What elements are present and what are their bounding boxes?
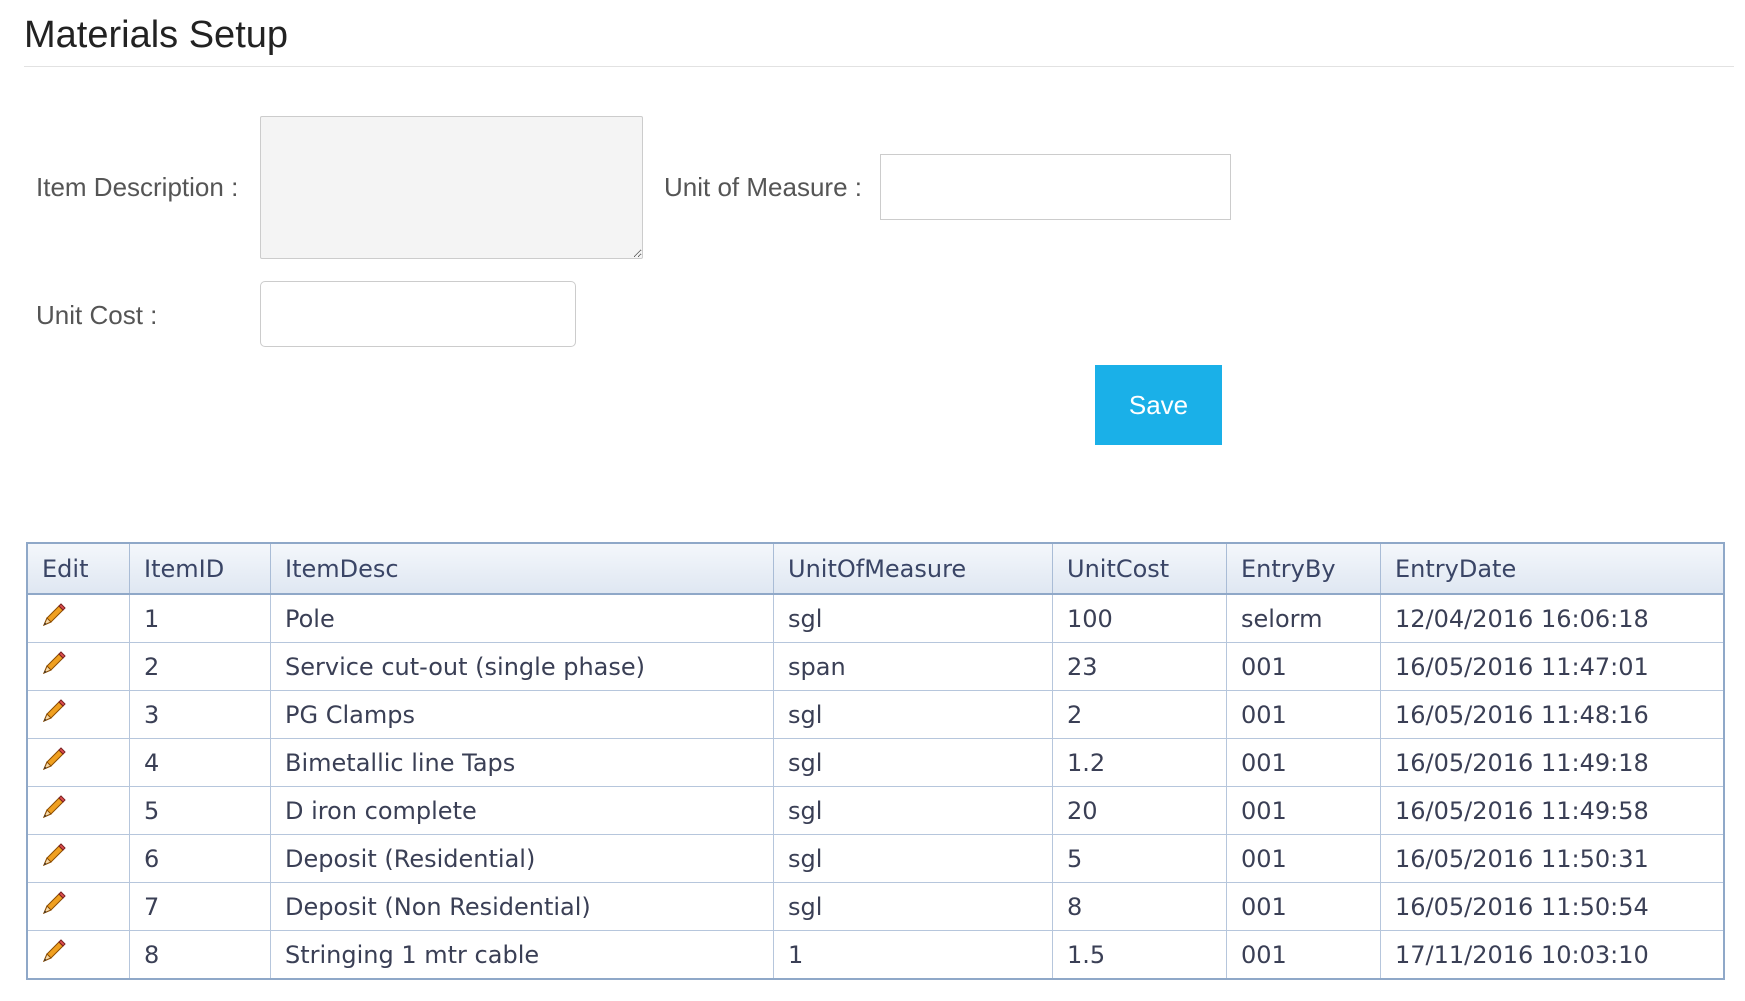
cell-unitcost: 100	[1052, 594, 1227, 643]
cell-itemdesc: D iron complete	[270, 786, 774, 835]
cell-itemdesc: PG Clamps	[270, 690, 774, 739]
cell-entrydate: 16/05/2016 11:50:54	[1380, 882, 1724, 931]
pencil-icon[interactable]	[38, 601, 68, 631]
cell-itemid: 1	[129, 594, 271, 643]
cell-unitcost: 2	[1052, 690, 1227, 739]
table-row: 8 Stringing 1 mtr cable 1 1.5 001 17/11/2016 …	[27, 930, 1724, 979]
cell-edit	[27, 738, 130, 787]
cell-itemid: 8	[129, 930, 271, 979]
table-row: 4 Bimetallic line Taps sgl 1.2 001 16/05/2016…	[27, 738, 1724, 787]
cell-unitcost: 1.5	[1052, 930, 1227, 979]
title-divider	[24, 66, 1734, 67]
cell-entryby: 001	[1226, 642, 1381, 691]
cell-itemdesc: Pole	[270, 594, 774, 643]
save-button[interactable]: Save	[1095, 365, 1222, 445]
cell-edit	[27, 930, 130, 979]
cell-entrydate: 16/05/2016 11:50:31	[1380, 834, 1724, 883]
cell-entrydate: 16/05/2016 11:47:01	[1380, 642, 1724, 691]
page-title: Materials Setup	[24, 14, 289, 56]
materials-table: Edit ItemID ItemDesc UnitOfMeasure UnitC…	[26, 542, 1725, 980]
cell-entryby: 001	[1226, 738, 1381, 787]
cell-unitcost: 1.2	[1052, 738, 1227, 787]
cell-entrydate: 16/05/2016 11:49:18	[1380, 738, 1724, 787]
cell-itemdesc: Stringing 1 mtr cable	[270, 930, 774, 979]
cell-edit	[27, 594, 130, 643]
column-header-entryby[interactable]: EntryBy	[1226, 543, 1381, 595]
table-row: 2 Service cut-out (single phase) span 23 001…	[27, 642, 1724, 691]
cell-unitofmeasure: sgl	[773, 834, 1053, 883]
pencil-icon[interactable]	[38, 793, 68, 823]
cell-unitcost: 5	[1052, 834, 1227, 883]
cell-edit	[27, 834, 130, 883]
column-header-itemdesc[interactable]: ItemDesc	[270, 543, 774, 595]
unit-cost-field[interactable]	[260, 281, 576, 347]
cell-itemid: 3	[129, 690, 271, 739]
item-description-field[interactable]	[260, 116, 643, 259]
pencil-icon[interactable]	[38, 889, 68, 919]
cell-itemid: 2	[129, 642, 271, 691]
column-header-unitcost[interactable]: UnitCost	[1052, 543, 1227, 595]
cell-entrydate: 12/04/2016 16:06:18	[1380, 594, 1724, 643]
cell-entrydate: 17/11/2016 10:03:10	[1395, 940, 1649, 969]
pencil-icon[interactable]	[38, 649, 68, 679]
pencil-icon[interactable]	[38, 937, 68, 967]
table-row: 5D iron complete sgl 20 001 16/05/2016 11:49…	[27, 786, 1724, 835]
cell-unitcost: 23	[1052, 642, 1227, 691]
cell-unitofmeasure: sgl	[773, 690, 1053, 739]
cell-unitofmeasure: span	[773, 642, 1053, 691]
cell-itemdesc: Deposit (Non Residential)	[270, 882, 774, 931]
cell-itemid: 6	[129, 834, 271, 883]
table-row: 7 Deposit (Non Residential) sgl 8 001 16/05/2…	[27, 882, 1724, 931]
cell-entryby: 001	[1226, 834, 1381, 883]
unit-of-measure-field[interactable]	[880, 154, 1231, 220]
cell-entrydate: 16/05/2016 11:49:58	[1380, 786, 1724, 835]
cell-itemid: 5	[129, 786, 271, 835]
cell-entryby: 001	[1226, 882, 1381, 931]
cell-itemid: 4	[129, 738, 271, 787]
cell-unitofmeasure: sgl	[773, 882, 1053, 931]
unit-cost-label: Unit Cost :	[36, 300, 158, 330]
table-row: 6 Deposit (Residential) sgl 5 001 16/05/2016 …	[27, 834, 1724, 883]
pencil-icon[interactable]	[38, 841, 68, 871]
cell-itemid: 7	[129, 882, 271, 931]
table-row: 3 PG Clamps sgl 2 001 16/05/2016 11:48:16	[27, 690, 1724, 739]
cell-edit	[27, 642, 130, 691]
pencil-icon[interactable]	[38, 697, 68, 727]
cell-edit	[27, 690, 130, 739]
cell-unitofmeasure: 1	[773, 930, 1053, 979]
cell-itemdesc: Bimetallic line Taps	[270, 738, 774, 787]
cell-unitcost: 8	[1052, 882, 1227, 931]
cell-entryby: 001	[1226, 690, 1381, 739]
cell-edit	[27, 786, 130, 835]
unit-of-measure-label: Unit of Measure :	[664, 172, 862, 202]
cell-entrydate: 16/05/2016 11:48:16	[1380, 690, 1724, 739]
table-header-row: Edit ItemID ItemDesc UnitOfMeasure UnitC…	[27, 543, 1724, 595]
column-header-edit[interactable]: Edit	[27, 543, 130, 595]
cell-entryby: selorm	[1226, 594, 1381, 643]
cell-entryby: 001	[1226, 786, 1381, 835]
column-header-entrydate[interactable]: EntryDate	[1380, 543, 1724, 595]
cell-itemdesc: Deposit (Residential)	[270, 834, 774, 883]
cell-unitofmeasure: sgl	[773, 786, 1053, 835]
cell-unitcost: 20	[1052, 786, 1227, 835]
table-row: 1 Pole sgl 100 selorm 12/04/2016 16:06:18	[27, 594, 1724, 643]
cell-entryby: 001	[1226, 930, 1381, 979]
cell-unitofmeasure: sgl	[773, 594, 1053, 643]
column-header-unitofmeasure[interactable]: UnitOfMeasure	[773, 543, 1053, 595]
pencil-icon[interactable]	[38, 745, 68, 775]
cell-itemdesc: Service cut-out (single phase)	[270, 642, 774, 691]
cell-unitofmeasure: sgl	[773, 738, 1053, 787]
cell-edit	[27, 882, 130, 931]
column-header-itemid[interactable]: ItemID	[129, 543, 271, 595]
item-description-label: Item Description :	[36, 172, 239, 202]
